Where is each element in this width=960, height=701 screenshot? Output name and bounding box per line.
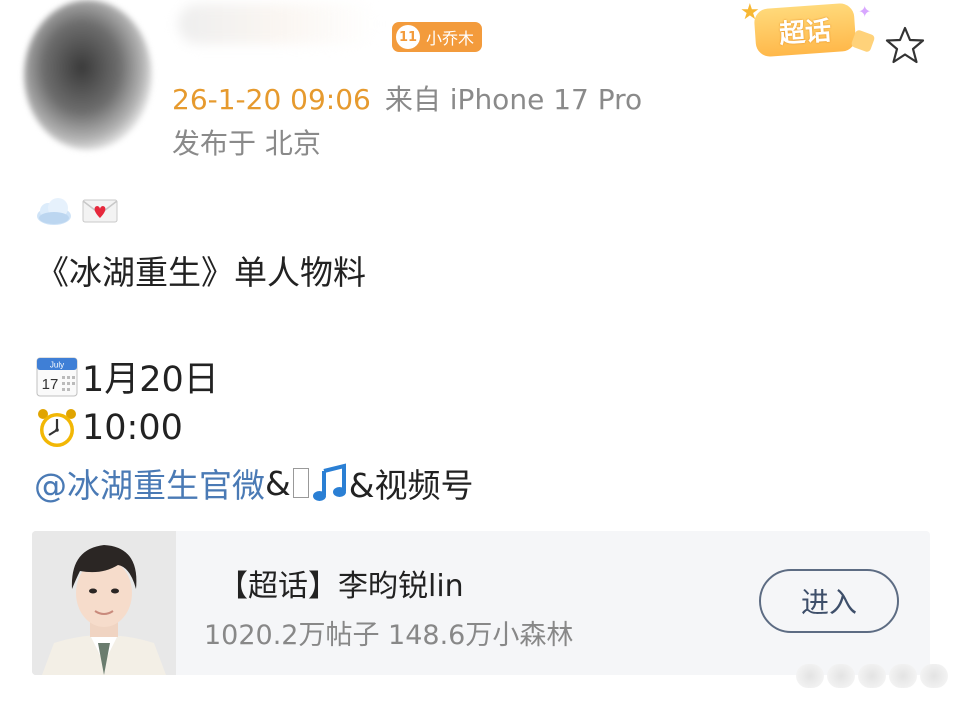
post-date-line: July 17 1月20日 xyxy=(34,354,219,400)
post-meta: 26-1-20 09:06 来自 iPhone 17 Pro xyxy=(172,78,642,118)
username-blurred[interactable] xyxy=(178,4,378,44)
post-title: 《冰湖重生》单人物料 xyxy=(36,253,366,292)
tag-tail-icon xyxy=(850,29,876,53)
star-icon xyxy=(885,26,925,64)
enter-button[interactable]: 进入 xyxy=(759,569,899,633)
calendar-emoji-icon: July 17 xyxy=(36,357,78,397)
star-button[interactable] xyxy=(880,20,930,70)
emoji-row xyxy=(34,194,120,228)
badge-label: 小乔木 xyxy=(426,29,475,48)
svg-text:17: 17 xyxy=(42,376,59,393)
watermark-dots xyxy=(796,662,951,690)
badge-icon: 11 xyxy=(396,25,420,49)
supertopic-title: 【超话】李昀锐lin xyxy=(218,569,464,604)
missing-glyph-icon xyxy=(292,468,309,498)
post-time-line: 10:00 xyxy=(34,406,183,450)
mention-suffix: &视频号 xyxy=(348,466,474,505)
mention-separator: & xyxy=(265,463,291,503)
love-letter-emoji-icon xyxy=(82,199,118,223)
post-time: 26-1-20 09:06 xyxy=(172,83,371,116)
alarm-clock-emoji-icon xyxy=(38,409,76,447)
supertopic-card[interactable]: 【超话】李昀锐lin 1020.2万帖子 148.6万小森林 进入 xyxy=(32,531,930,675)
sparkle-icon: ✦ xyxy=(858,2,872,21)
user-badge[interactable]: 11 小乔木 xyxy=(392,22,483,52)
post-source: 来自 iPhone 17 Pro xyxy=(384,83,643,116)
post-location: 发布于 北京 xyxy=(172,127,321,160)
supertopic-stats: 1020.2万帖子 148.6万小森林 xyxy=(204,620,574,651)
music-note-emoji-icon xyxy=(312,463,346,501)
mention-line: @冰湖重生官微 & &视频号 xyxy=(34,460,473,506)
supertopic-thumbnail xyxy=(32,531,176,675)
mention-link[interactable]: @冰湖重生官微 xyxy=(34,459,265,507)
post-time-value: 10:00 xyxy=(82,408,183,448)
cloud-emoji-icon xyxy=(37,198,71,225)
post-date: 1月20日 xyxy=(82,359,219,400)
portrait-image xyxy=(32,531,176,675)
svg-text:July: July xyxy=(50,361,64,370)
supertopic-tag[interactable]: 超话 xyxy=(753,2,857,58)
avatar[interactable] xyxy=(24,0,152,150)
